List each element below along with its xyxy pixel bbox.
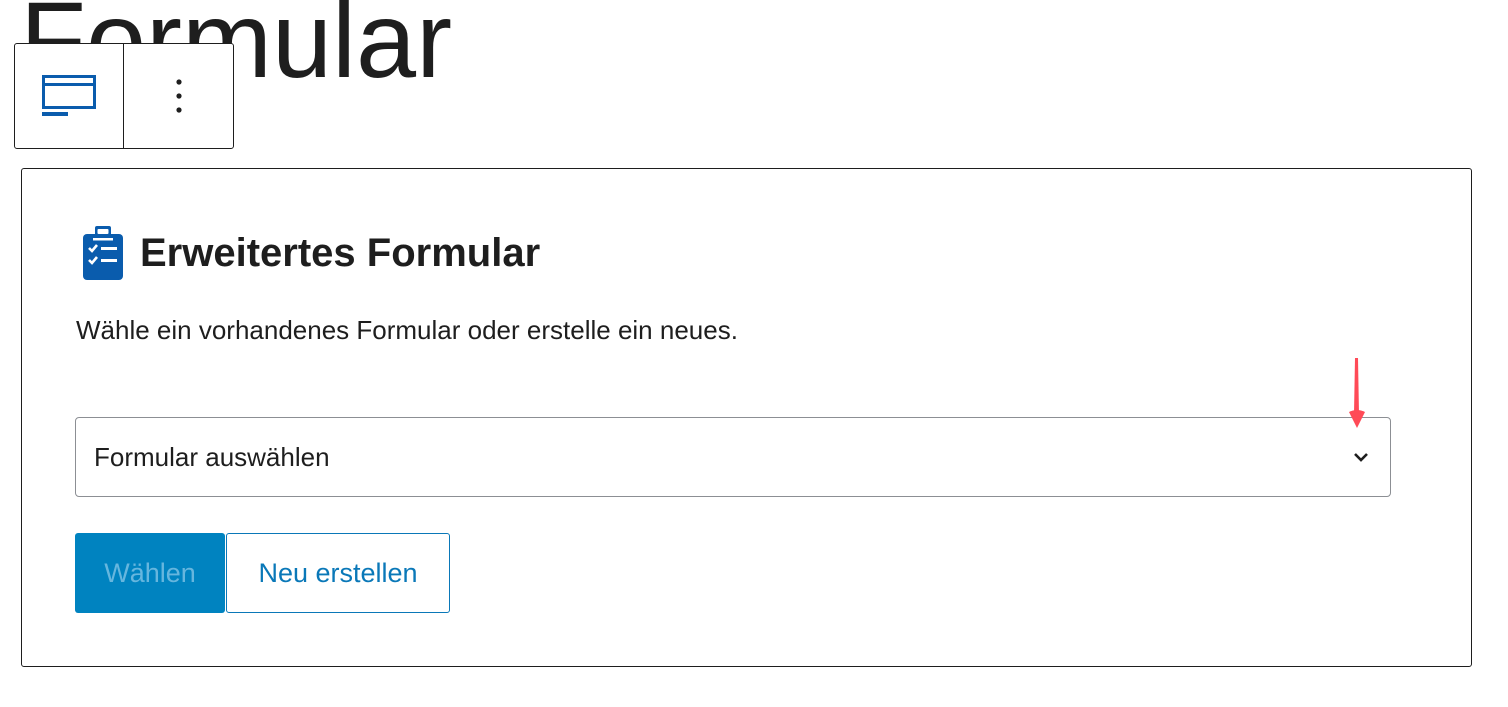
- form-block-placeholder: Erweitertes Formular Wähle ein vorhanden…: [21, 168, 1472, 667]
- choose-button[interactable]: Wählen: [75, 533, 225, 613]
- block-toolbar: [14, 43, 234, 149]
- chevron-down-icon: [1350, 446, 1372, 468]
- options-button[interactable]: [124, 44, 233, 148]
- form-block-icon: [42, 75, 96, 116]
- clipboard-checklist-icon: [82, 225, 124, 281]
- placeholder-header: Erweitertes Formular: [82, 225, 540, 281]
- placeholder-instructions: Wähle ein vorhandenes Formular oder erst…: [76, 315, 738, 345]
- red-arrow-down-icon: [1346, 356, 1368, 435]
- placeholder-title: Erweitertes Formular: [140, 230, 541, 275]
- block-type-button[interactable]: [15, 44, 124, 148]
- more-vertical-icon: [175, 79, 182, 113]
- create-new-button[interactable]: Neu erstellen: [226, 533, 450, 613]
- select-value: Formular auswählen: [94, 441, 330, 472]
- button-row: Wählen Neu erstellen: [75, 533, 450, 613]
- form-select-dropdown[interactable]: Formular auswählen: [75, 417, 1391, 497]
